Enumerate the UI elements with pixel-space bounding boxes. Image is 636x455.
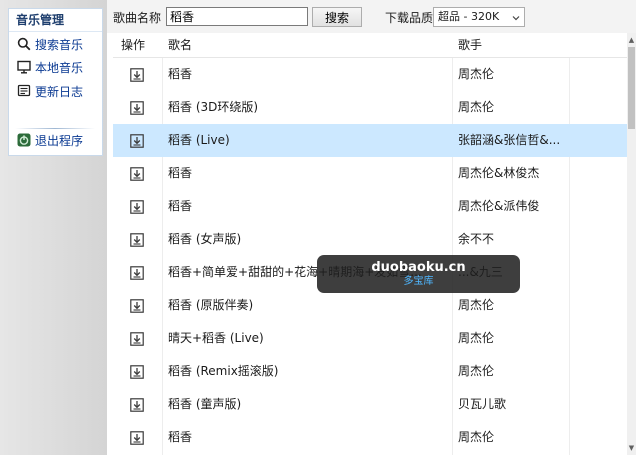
song-title: 稻香 (3D环绕版)	[168, 100, 259, 114]
song-title: 稻香	[168, 430, 193, 444]
song-artist: 周杰伦	[458, 331, 495, 345]
song-artist: 周杰伦	[458, 100, 495, 114]
header-action[interactable]: 操作	[121, 33, 145, 57]
scroll-down-icon[interactable]: ▼	[627, 443, 636, 453]
song-artist: 周杰伦	[458, 298, 495, 312]
song-artist: 贝瓦儿歌	[458, 397, 507, 411]
song-title: 晴天+稻香 (Live)	[168, 331, 264, 345]
table-row[interactable]: 稻香 (童声版) 贝瓦儿歌	[113, 388, 627, 421]
song-artist: 周杰伦	[458, 364, 495, 378]
download-icon[interactable]	[130, 365, 144, 379]
table-row[interactable]: 稻香 (Remix摇滚版) 周杰伦	[113, 355, 627, 388]
song-artist: 张韶涵&张信哲&...	[458, 133, 561, 147]
table-row[interactable]: 稻香 周杰伦&林俊杰	[113, 157, 627, 190]
download-icon[interactable]	[130, 167, 144, 181]
song-title: 稻香 (原版伴奏)	[168, 298, 254, 312]
notes-icon	[17, 84, 31, 98]
nav-divider	[15, 128, 95, 129]
search-bar: 歌曲名称 搜索 下载品质 超品 - 320K	[107, 0, 636, 33]
scrollbar[interactable]: ▲ ▼	[627, 33, 636, 455]
song-title: 稻香	[168, 166, 193, 180]
quality-label: 下载品质	[385, 11, 434, 25]
song-title: 稻香 (童声版)	[168, 397, 242, 411]
table-row[interactable]: 晴天+稻香 (Live) 周杰伦	[113, 322, 627, 355]
table-row[interactable]: 稻香 周杰伦&派伟俊	[113, 190, 627, 223]
song-title: 稻香 (Remix摇滚版)	[168, 364, 279, 378]
scroll-up-icon[interactable]: ▲	[627, 35, 636, 45]
download-icon[interactable]	[130, 266, 144, 280]
quality-select[interactable]: 超品 - 320K	[433, 7, 525, 27]
search-button[interactable]: 搜索	[312, 7, 362, 27]
search-icon	[17, 37, 31, 51]
download-icon[interactable]	[130, 200, 144, 214]
nav-item-label: 退出程序	[35, 134, 84, 148]
sidebar: 音乐管理 搜索音乐 本地音乐 更新日志 退出程序	[0, 0, 107, 455]
watermark-badge: duobaoku.cn 多宝库	[317, 255, 520, 293]
table-row[interactable]: 稻香 (3D环绕版) 周杰伦	[113, 91, 627, 124]
song-artist: 周杰伦&林俊杰	[458, 166, 540, 180]
song-artist: 周杰伦&派伟俊	[458, 199, 540, 213]
nav-item-label: 本地音乐	[35, 61, 84, 75]
download-icon[interactable]	[130, 431, 144, 445]
watermark-name: 多宝库	[403, 276, 434, 287]
song-name-label: 歌曲名称	[113, 11, 162, 25]
download-icon[interactable]	[130, 68, 144, 82]
download-icon[interactable]	[130, 101, 144, 115]
table-row[interactable]: 稻香 (女声版) 余不不	[113, 223, 627, 256]
results-table: 操作 歌名 歌手 稻香 周杰伦 稻香 (3D环绕版) 周杰伦 稻香 (Live) 张韶涵&…	[113, 33, 627, 455]
header-artist[interactable]: 歌手	[458, 33, 482, 57]
nav-item-exit[interactable]: 退出程序	[17, 131, 83, 151]
nav-panel: 音乐管理 搜索音乐 本地音乐 更新日志 退出程序	[8, 8, 103, 156]
nav-item-label: 更新日志	[35, 85, 84, 99]
song-artist: 周杰伦	[458, 67, 495, 81]
header-title[interactable]: 歌名	[168, 33, 192, 57]
song-artist: 周杰伦	[458, 430, 495, 444]
download-icon[interactable]	[130, 299, 144, 313]
watermark-site: duobaoku.cn	[371, 260, 466, 275]
table-row[interactable]: 稻香 周杰伦	[113, 421, 627, 454]
scrollbar-thumb[interactable]	[628, 47, 635, 129]
exit-icon	[17, 133, 31, 147]
table-row[interactable]: 稻香 (Live) 张韶涵&张信哲&...	[113, 124, 627, 157]
song-title: 稻香 (女声版)	[168, 232, 242, 246]
table-header: 操作 歌名 歌手	[113, 33, 627, 58]
download-icon[interactable]	[130, 233, 144, 247]
song-title: 稻香	[168, 199, 193, 213]
nav-item-local-music[interactable]: 本地音乐	[17, 58, 83, 78]
song-title: 稻香 (Live)	[168, 133, 230, 147]
chevron-down-icon	[511, 11, 521, 29]
nav-item-search-music[interactable]: 搜索音乐	[17, 35, 83, 55]
nav-item-update-log[interactable]: 更新日志	[17, 82, 83, 102]
download-icon[interactable]	[130, 134, 144, 148]
download-icon[interactable]	[130, 398, 144, 412]
table-row[interactable]: 稻香 周杰伦	[113, 58, 627, 91]
nav-title: 音乐管理	[9, 9, 102, 32]
nav-item-label: 搜索音乐	[35, 38, 84, 52]
quality-value: 超品 - 320K	[438, 10, 500, 23]
table-row[interactable]: 稻香 (原版伴奏) 周杰伦	[113, 289, 627, 322]
download-icon[interactable]	[130, 332, 144, 346]
monitor-icon	[17, 60, 31, 74]
song-title: 稻香	[168, 67, 193, 81]
search-input[interactable]	[166, 7, 308, 26]
song-artist: 余不不	[458, 232, 495, 246]
